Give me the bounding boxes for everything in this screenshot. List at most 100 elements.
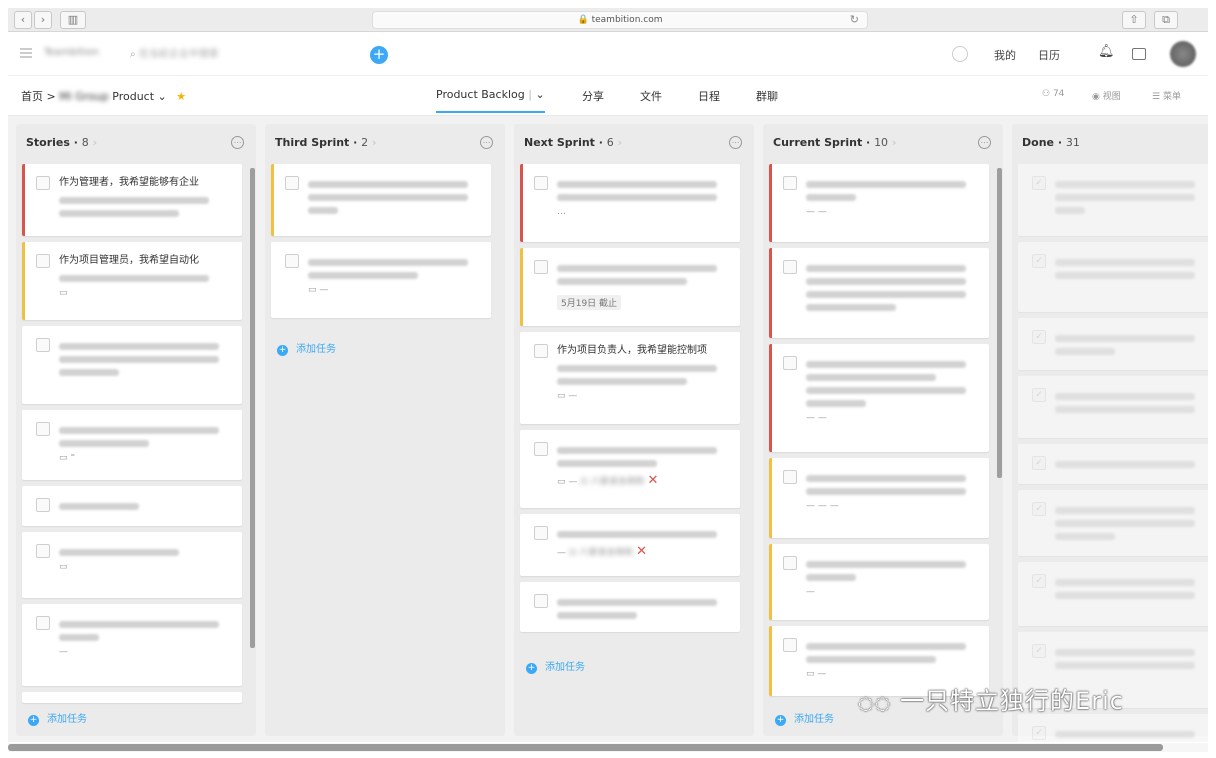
task-card[interactable]: … (520, 164, 740, 242)
task-card[interactable]: ▭ — (271, 242, 491, 318)
app-logo[interactable]: Teambition (44, 47, 99, 58)
column-header[interactable]: Next Sprint · 6 › ⋯ (514, 124, 754, 158)
breadcrumb-project[interactable]: Product (112, 90, 154, 103)
task-card[interactable]: — ⊡ 六掌道含倒助 ✕ (520, 514, 740, 576)
horizontal-scrollbar[interactable] (8, 743, 1208, 752)
task-checkbox[interactable]: ✓ (1032, 644, 1046, 658)
clock-icon[interactable] (952, 46, 968, 62)
tabs-icon[interactable]: ⧉ (1154, 11, 1178, 29)
task-checkbox[interactable] (783, 556, 797, 570)
task-checkbox[interactable] (783, 260, 797, 274)
task-checkbox[interactable]: ✓ (1032, 254, 1046, 268)
calendar-link[interactable]: 日历 (1038, 47, 1060, 63)
avatar[interactable] (1170, 41, 1196, 67)
task-card[interactable]: ▭ — ⊡ 六掌道含倒助 ✕ (520, 430, 740, 508)
star-icon[interactable]: ★ (176, 90, 186, 103)
task-card[interactable] (520, 582, 740, 632)
add-task-button[interactable]: + 添加任务 (526, 658, 585, 674)
task-checkbox[interactable]: ✓ (1032, 330, 1046, 344)
sidebar-toggle-icon[interactable]: ▥ (60, 11, 86, 29)
tab-schedule[interactable]: 日程 (698, 88, 720, 104)
task-card[interactable]: ✓ (1018, 164, 1208, 236)
task-checkbox[interactable]: ✓ (1032, 502, 1046, 516)
add-task-button[interactable]: + 添加任务 (277, 340, 336, 356)
column-scrollbar[interactable] (997, 168, 1002, 478)
column-header[interactable]: Done · 31 (1012, 124, 1208, 158)
scrollbar-thumb[interactable] (8, 744, 1163, 751)
breadcrumb-group[interactable]: Mi Group (59, 90, 109, 103)
task-card[interactable] (22, 326, 242, 404)
tab-files[interactable]: 文件 (640, 88, 662, 104)
task-checkbox[interactable] (285, 254, 299, 268)
task-checkbox[interactable]: ✓ (1032, 388, 1046, 402)
task-checkbox[interactable] (783, 470, 797, 484)
task-card[interactable] (22, 692, 242, 703)
forward-button[interactable]: › (34, 11, 52, 29)
add-task-button[interactable]: + 添加任务 (28, 710, 87, 726)
task-card[interactable]: ✓ (1018, 562, 1208, 626)
task-checkbox[interactable] (534, 526, 548, 540)
task-card[interactable]: ✓ (1018, 490, 1208, 556)
task-card[interactable]: ✓ (1018, 714, 1208, 742)
members-button[interactable]: ⚇ 74 (1042, 89, 1064, 99)
task-checkbox[interactable] (534, 594, 548, 608)
search-input[interactable]: ⌕ 在当前企业中搜索 (130, 44, 350, 66)
task-card[interactable]: 作为项目负责人，我希望能控制项 ▭ — (520, 332, 740, 424)
task-checkbox[interactable] (534, 260, 548, 274)
task-checkbox[interactable]: ✓ (1032, 726, 1046, 740)
bell-icon[interactable]: 🔔︎ (1098, 44, 1115, 59)
column-options-icon[interactable]: ⋯ (480, 136, 493, 149)
view-button[interactable]: ◉ 视图 (1092, 89, 1121, 102)
task-card[interactable]: 作为管理者，我希望能够有企业 (22, 164, 242, 236)
task-card[interactable]: ▭ (22, 532, 242, 598)
column-options-icon[interactable]: ⋯ (978, 136, 991, 149)
column-header[interactable]: Current Sprint · 10 › ⋯ (763, 124, 1003, 158)
add-icon[interactable]: + (370, 46, 388, 64)
task-card[interactable] (271, 164, 491, 236)
task-checkbox[interactable]: ✓ (1032, 574, 1046, 588)
task-checkbox[interactable] (36, 422, 50, 436)
tab-group-chat[interactable]: 群聊 (756, 88, 778, 104)
task-card[interactable]: — (769, 544, 989, 620)
task-card[interactable]: 作为项目管理员，我希望自动化 ▭ (22, 242, 242, 320)
add-task-button[interactable]: + 添加任务 (775, 710, 834, 726)
task-checkbox[interactable] (36, 254, 50, 268)
tab-share[interactable]: 分享 (582, 88, 604, 104)
task-checkbox[interactable] (783, 638, 797, 652)
reload-icon[interactable]: ↻ (850, 12, 859, 28)
task-checkbox[interactable] (36, 544, 50, 558)
task-card[interactable]: 5月19日 截止 (520, 248, 740, 326)
task-checkbox[interactable] (534, 344, 548, 358)
task-card[interactable]: ▭ ⁼ (22, 410, 242, 480)
task-card[interactable]: — — (769, 344, 989, 452)
task-card[interactable] (769, 248, 989, 338)
task-checkbox[interactable] (783, 176, 797, 190)
task-card[interactable]: ✓ (1018, 242, 1208, 312)
task-checkbox[interactable]: ✓ (1032, 456, 1046, 470)
task-card[interactable] (22, 486, 242, 526)
task-checkbox[interactable] (36, 498, 50, 512)
task-card[interactable]: ✓ (1018, 444, 1208, 484)
task-checkbox[interactable] (285, 176, 299, 190)
address-bar[interactable]: 🔒 teambition.com ↻ (372, 11, 868, 29)
task-card[interactable]: ✓ (1018, 318, 1208, 370)
task-card[interactable]: — — — (769, 458, 989, 538)
task-checkbox[interactable] (36, 176, 50, 190)
task-checkbox[interactable] (534, 442, 548, 456)
chevron-down-icon[interactable]: ⌄ (158, 90, 167, 103)
column-options-icon[interactable]: ⋯ (231, 136, 244, 149)
column-header[interactable]: Third Sprint · 2 › ⋯ (265, 124, 505, 158)
task-card[interactable]: ✓ (1018, 376, 1208, 438)
share-icon[interactable]: ⇧ (1122, 11, 1146, 29)
task-checkbox[interactable] (36, 616, 50, 630)
task-checkbox[interactable] (783, 356, 797, 370)
back-button[interactable]: ‹ (14, 11, 32, 29)
menu-icon[interactable] (20, 48, 32, 50)
my-link[interactable]: 我的 (994, 47, 1016, 63)
column-options-icon[interactable]: ⋯ (729, 136, 742, 149)
task-checkbox[interactable] (36, 338, 50, 352)
task-checkbox[interactable]: ✓ (1032, 176, 1046, 190)
breadcrumb-home[interactable]: 首页 (21, 90, 43, 103)
task-checkbox[interactable] (534, 176, 548, 190)
column-scrollbar[interactable] (250, 168, 255, 648)
